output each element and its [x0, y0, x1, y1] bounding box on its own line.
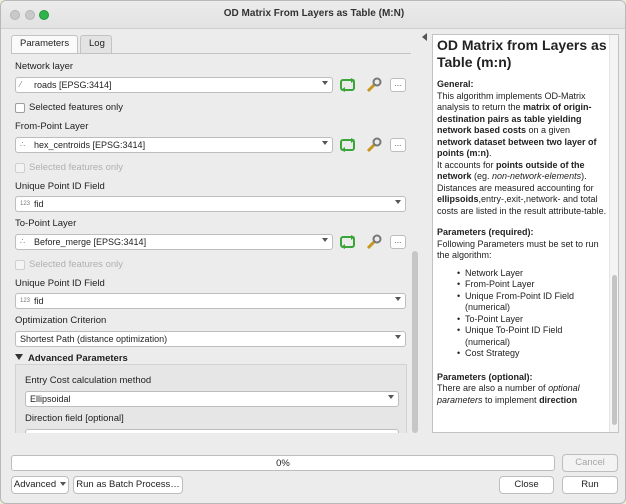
chevron-down-icon — [388, 395, 394, 399]
run-button[interactable]: Run — [562, 476, 618, 494]
list-item: Unique From-Point ID Field (numerical) — [457, 291, 607, 314]
help-optional-heading: Parameters (optional): — [437, 371, 533, 382]
chevron-down-icon — [322, 238, 328, 242]
from-id-value: fid — [34, 199, 44, 209]
network-layer-value: roads [EPSG:3414] — [34, 80, 112, 90]
dialog-window: OD Matrix From Layers as Table (M:N) Par… — [0, 0, 626, 504]
wrench-icon[interactable] — [365, 137, 383, 153]
checkbox-label: Selected features only — [29, 259, 124, 270]
direction-field-combo[interactable] — [25, 429, 399, 433]
to-layer-more-button[interactable]: ... — [390, 235, 406, 249]
triangle-down-icon — [15, 354, 23, 360]
checkbox-box — [15, 163, 25, 173]
to-id-label: Unique Point ID Field — [15, 278, 105, 289]
from-layer-label: From-Point Layer — [15, 121, 89, 132]
list-item: To-Point Layer — [457, 314, 607, 326]
to-id-value: fid — [34, 296, 44, 306]
advanced-header-label: Advanced Parameters — [28, 353, 128, 364]
help-required-text: Following Parameters must be set to run … — [437, 238, 599, 261]
titlebar: OD Matrix From Layers as Table (M:N) — [1, 1, 625, 29]
to-layer-value: Before_merge [EPSG:3414] — [34, 237, 147, 247]
help-scrollbar[interactable] — [609, 35, 618, 432]
scrollbar-thumb[interactable] — [612, 275, 617, 425]
tab-log[interactable]: Log — [80, 35, 112, 53]
numeric-field-icon: 123 — [20, 298, 31, 304]
advanced-button-label: Advanced — [13, 479, 57, 490]
from-id-combo[interactable]: 123 fid — [15, 196, 406, 212]
batch-process-button[interactable]: Run as Batch Process… — [73, 476, 183, 494]
chevron-down-icon — [395, 200, 401, 204]
point-layer-icon: ∴ — [20, 237, 26, 246]
progress-text: 0% — [276, 458, 290, 469]
optimization-combo[interactable]: Shortest Path (distance optimization) — [15, 331, 406, 347]
checkbox-box — [15, 260, 25, 270]
wrench-icon[interactable] — [365, 77, 383, 93]
chevron-down-icon — [395, 297, 401, 301]
parameters-panel: Network layer ⁄ roads [EPSG:3414] ... Se… — [11, 53, 411, 433]
direction-field-label: Direction field [optional] — [25, 413, 124, 424]
help-required-heading: Parameters (required): — [437, 227, 534, 237]
parameters-scrollbar[interactable] — [411, 53, 419, 433]
help-optional-text: There are also a number of optional para… — [437, 383, 580, 405]
to-layer-combo[interactable]: ∴ Before_merge [EPSG:3414] — [15, 234, 333, 250]
collapse-help-arrow-icon[interactable] — [422, 33, 427, 41]
chevron-down-icon — [322, 141, 328, 145]
chevron-down-icon — [322, 81, 328, 85]
advanced-menu-button[interactable]: Advanced — [11, 476, 69, 494]
help-title: OD Matrix from Layers as Table (m:n) — [437, 37, 607, 70]
scrollbar-thumb[interactable] — [412, 251, 418, 433]
optimization-label: Optimization Criterion — [15, 315, 107, 326]
list-item: Network Layer — [457, 268, 607, 280]
list-item: From-Point Layer — [457, 279, 607, 291]
checkbox-box[interactable] — [15, 103, 25, 113]
checkbox-label: Selected features only — [29, 162, 124, 173]
from-layer-more-button[interactable]: ... — [390, 138, 406, 152]
numeric-field-icon: 123 — [20, 201, 31, 207]
list-item: Cost Strategy — [457, 348, 607, 360]
window-title: OD Matrix From Layers as Table (M:N) — [223, 8, 405, 19]
wrench-icon[interactable] — [365, 234, 383, 250]
list-item: Unique To-Point ID Field (numerical) — [457, 325, 607, 348]
checkbox-label: Selected features only — [29, 102, 124, 113]
help-general-heading: General: — [437, 79, 474, 89]
to-layer-label: To-Point Layer — [15, 218, 77, 229]
network-layer-more-button[interactable]: ... — [390, 78, 406, 92]
point-layer-icon: ∴ — [20, 140, 26, 149]
advanced-parameters-toggle[interactable]: Advanced Parameters — [15, 353, 128, 364]
optimization-value: Shortest Path (distance optimization) — [20, 334, 168, 344]
help-general-text: This algorithm implements OD-Matrix anal… — [437, 90, 607, 216]
entry-cost-combo[interactable]: Ellipsoidal — [25, 391, 399, 407]
chevron-down-icon — [60, 482, 67, 486]
iterate-icon[interactable] — [339, 234, 357, 250]
iterate-icon[interactable] — [339, 77, 357, 93]
chevron-down-icon — [395, 335, 401, 339]
network-layer-combo[interactable]: ⁄ roads [EPSG:3414] — [15, 77, 333, 93]
entry-cost-value: Ellipsoidal — [30, 394, 71, 404]
to-id-combo[interactable]: 123 fid — [15, 293, 406, 309]
network-layer-label: Network layer — [15, 61, 74, 72]
help-panel: OD Matrix from Layers as Table (m:n) Gen… — [432, 34, 619, 433]
advanced-parameters-group: Entry Cost calculation method Ellipsoida… — [15, 364, 407, 433]
close-button[interactable]: Close — [499, 476, 554, 494]
progress-bar: 0% — [11, 455, 555, 471]
iterate-icon[interactable] — [339, 137, 357, 153]
from-layer-value: hex_centroids [EPSG:3414] — [34, 140, 146, 150]
from-id-label: Unique Point ID Field — [15, 181, 105, 192]
help-required-list: Network Layer From-Point Layer Unique Fr… — [457, 268, 607, 360]
cancel-button: Cancel — [562, 454, 618, 472]
tab-parameters[interactable]: Parameters — [11, 35, 78, 53]
entry-cost-label: Entry Cost calculation method — [25, 375, 152, 386]
line-layer-icon: ⁄ — [20, 80, 22, 89]
from-layer-combo[interactable]: ∴ hex_centroids [EPSG:3414] — [15, 137, 333, 153]
